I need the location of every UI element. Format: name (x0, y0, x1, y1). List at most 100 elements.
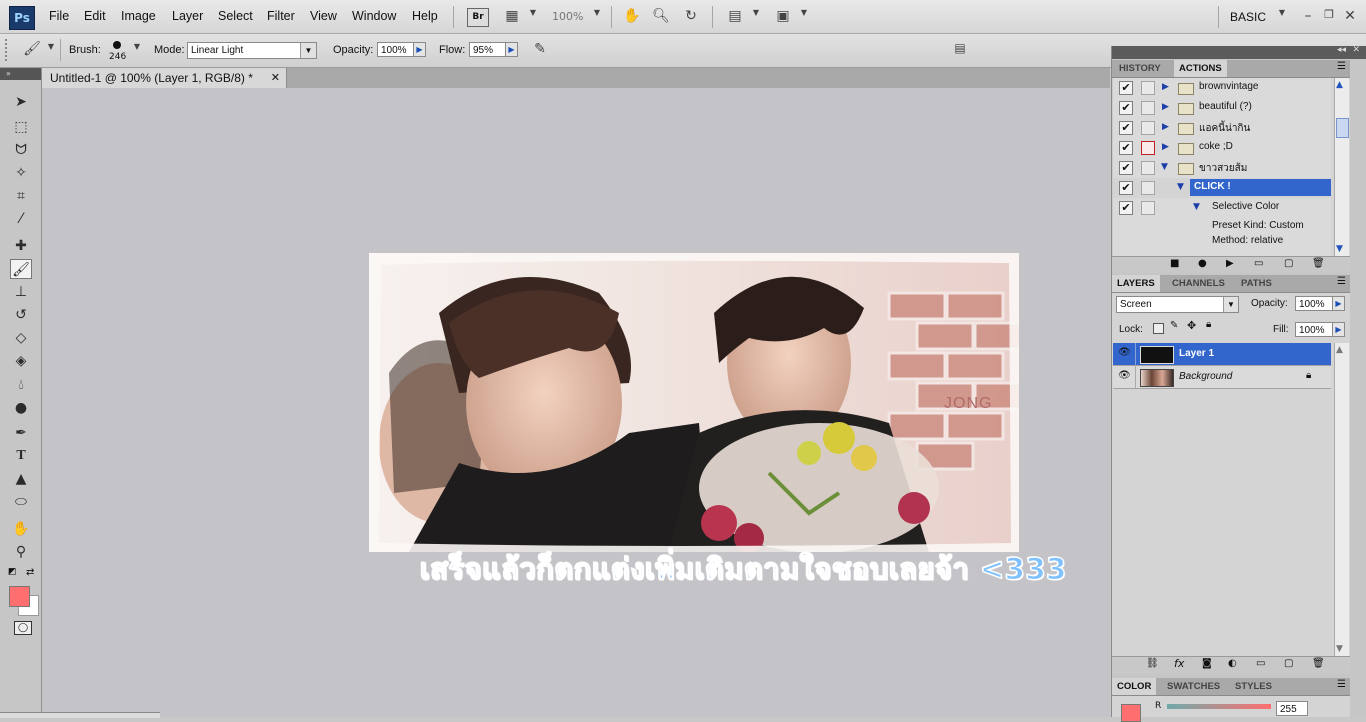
filmstrip-icon[interactable]: ▦ (502, 8, 522, 26)
lock-all-icon[interactable]: 🔒︎ (1206, 319, 1211, 330)
visibility-eye-icon[interactable]: 👁︎ (1118, 347, 1131, 358)
menu-select[interactable]: Select (218, 9, 253, 23)
zoom-dropdown-icon[interactable]: ▼ (587, 8, 607, 26)
dialog-toggle[interactable] (1141, 181, 1155, 195)
preset-dropdown-icon[interactable]: ▼ (41, 42, 61, 60)
collapse-arrow-icon[interactable]: ▼ (1161, 162, 1168, 172)
zoom-tool-icon[interactable]: ⚲ (10, 542, 32, 562)
close-dock-icon[interactable]: ✕ (1352, 45, 1360, 55)
screen-mode-icon[interactable]: ▣ (773, 8, 793, 26)
rotate-view-icon[interactable]: ↻ (681, 8, 701, 26)
menu-layer[interactable]: Layer (172, 9, 203, 23)
red-channel-slider[interactable] (1167, 704, 1271, 709)
blend-dropdown-icon[interactable]: ▼ (1223, 297, 1238, 312)
layer-style-icon[interactable]: fx (1174, 657, 1184, 670)
dodge-tool-icon[interactable]: ● (10, 398, 32, 418)
new-group-icon[interactable]: ▭ (1256, 658, 1265, 669)
dialog-toggle[interactable] (1141, 201, 1155, 215)
toggle-check-icon[interactable]: ✔ (1119, 201, 1133, 215)
menu-help[interactable]: Help (412, 9, 438, 23)
toggle-check-icon[interactable]: ✔ (1119, 141, 1133, 155)
new-set-icon[interactable]: ▭ (1254, 258, 1263, 269)
dialog-on-icon[interactable] (1141, 141, 1155, 155)
screen-mode-dropdown-icon[interactable]: ▼ (794, 8, 814, 26)
path-selection-tool-icon[interactable]: ▲ (10, 469, 32, 489)
fill-input[interactable]: 100% (1295, 322, 1333, 337)
tools-collapse-icon[interactable]: » (0, 68, 41, 80)
tab-actions[interactable]: ACTIONS (1174, 60, 1227, 77)
clone-stamp-tool-icon[interactable]: ⊥ (10, 282, 32, 302)
pen-tool-icon[interactable]: ✒ (10, 423, 32, 443)
scroll-down-icon[interactable]: ▼ (1336, 644, 1343, 654)
toggle-check-icon[interactable]: ✔ (1119, 81, 1133, 95)
opacity-input[interactable]: 100% (377, 42, 414, 57)
dialog-toggle[interactable] (1141, 161, 1155, 175)
tab-color[interactable]: COLOR (1112, 678, 1157, 695)
canvas-image[interactable]: JONG (369, 253, 1019, 552)
layer-row-background[interactable]: 👁︎ Background 🔒︎ (1113, 366, 1331, 389)
visibility-eye-icon[interactable]: 👁︎ (1118, 370, 1131, 381)
mode-select[interactable]: Linear Light ▼ (187, 42, 317, 59)
new-layer-icon[interactable]: ▢ (1284, 658, 1293, 669)
grip-handle[interactable] (5, 39, 10, 61)
menu-edit[interactable]: Edit (84, 9, 106, 23)
flow-input[interactable]: 95% (469, 42, 506, 57)
eraser-tool-icon[interactable]: ◇ (10, 328, 32, 348)
scroll-thumb[interactable] (1336, 118, 1349, 138)
action-row-set-3[interactable]: ✔ ▶ แอคนี้น่ากิน (1113, 118, 1331, 139)
zoom-tool-icon[interactable]: 🔍︎ (651, 8, 671, 26)
hand-tool-icon[interactable]: ✋ (10, 519, 32, 539)
zoom-level[interactable]: 100% (552, 10, 583, 23)
layer-thumbnail[interactable] (1140, 369, 1174, 387)
type-tool-icon[interactable]: T (10, 446, 32, 466)
tab-paths[interactable]: PATHS (1236, 275, 1277, 292)
action-row-coke[interactable]: ✔ ▶ coke ;D (1113, 138, 1331, 159)
panel-menu-icon[interactable]: ☰ (1337, 679, 1346, 690)
swap-colors-icon[interactable]: ⇄ (26, 567, 34, 578)
tab-history[interactable]: HISTORY (1114, 60, 1166, 77)
minimize-icon[interactable]: – (1298, 8, 1318, 26)
opacity-slider-icon[interactable]: ▶ (413, 42, 426, 57)
healing-brush-tool-icon[interactable]: ✚ (10, 236, 32, 256)
lasso-tool-icon[interactable]: ᗢ (10, 140, 32, 160)
adjustment-layer-icon[interactable]: ◐ (1228, 658, 1237, 669)
arrange-dropdown-icon[interactable]: ▼ (746, 8, 766, 26)
action-row-click[interactable]: ✔ ▼ CLICK ! (1113, 178, 1331, 199)
airbrush-icon[interactable]: ✎ (530, 41, 550, 59)
close-icon[interactable]: ✕ (1340, 8, 1360, 26)
mode-dropdown-icon[interactable]: ▼ (300, 43, 316, 58)
tab-swatches[interactable]: SWATCHES (1162, 678, 1225, 695)
layer-mask-icon[interactable]: ◙ (1202, 658, 1212, 669)
new-action-icon[interactable]: ▢ (1284, 258, 1293, 269)
collapse-arrow-icon[interactable]: ▼ (1193, 202, 1200, 212)
chevron-down-icon[interactable]: ▼ (523, 8, 543, 26)
tab-layers[interactable]: LAYERS (1112, 275, 1160, 292)
quick-mask-icon[interactable]: ◯ (14, 621, 32, 635)
layer-name[interactable]: Background (1179, 371, 1232, 382)
brush-tool-icon[interactable]: 🖌︎ (10, 259, 32, 279)
layer-row-layer-1[interactable]: 👁︎ Layer 1 (1113, 343, 1331, 366)
record-icon[interactable]: ● (1198, 258, 1207, 269)
expand-arrow-icon[interactable]: ▶ (1162, 122, 1169, 132)
color-foreground-swatch[interactable] (1121, 704, 1141, 722)
brush-panel-icon[interactable]: ▤ (950, 41, 970, 59)
scroll-down-icon[interactable]: ▼ (1336, 244, 1343, 254)
panel-menu-icon[interactable]: ☰ (1337, 276, 1346, 287)
lock-pixels-icon[interactable]: ✎ (1170, 320, 1178, 331)
toggle-check-icon[interactable]: ✔ (1119, 121, 1133, 135)
expand-arrow-icon[interactable]: ▶ (1162, 82, 1169, 92)
history-brush-tool-icon[interactable]: ↺ (10, 305, 32, 325)
toggle-check-icon[interactable]: ✔ (1119, 161, 1133, 175)
menu-filter[interactable]: Filter (267, 9, 295, 23)
stop-icon[interactable]: ■ (1170, 258, 1179, 269)
delete-layer-icon[interactable]: 🗑︎ (1312, 658, 1325, 669)
play-icon[interactable]: ▶ (1226, 258, 1234, 269)
ellipse-tool-icon[interactable]: ⬭ (10, 492, 32, 512)
paint-bucket-tool-icon[interactable]: ◈ (10, 351, 32, 371)
eyedropper-tool-icon[interactable]: ⁄ (10, 209, 32, 229)
restore-icon[interactable]: ❐ (1319, 8, 1339, 26)
scroll-up-icon[interactable]: ▲ (1336, 80, 1343, 90)
default-colors-icon[interactable]: ◩ (8, 567, 17, 577)
menu-view[interactable]: View (310, 9, 337, 23)
menu-window[interactable]: Window (352, 9, 396, 23)
